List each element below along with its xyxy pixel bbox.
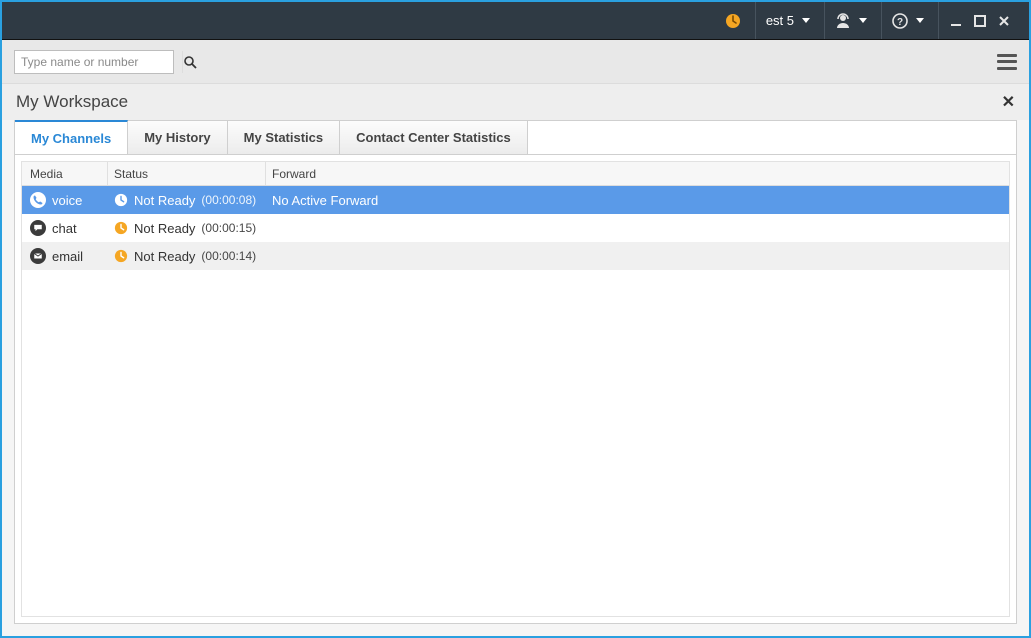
window-controls xyxy=(938,2,1021,39)
chevron-down-icon xyxy=(859,18,867,23)
workspace-header: My Workspace ✕ xyxy=(2,84,1029,120)
tab-my-history[interactable]: My History xyxy=(128,121,227,154)
media-label: chat xyxy=(52,221,77,236)
main-menu-button[interactable] xyxy=(997,54,1017,70)
header-label: Status xyxy=(114,167,148,181)
titlebar: est 5 ? xyxy=(2,2,1029,40)
table-row[interactable]: voice Not Ready (00:00:08) No Active For… xyxy=(22,186,1009,214)
agent-icon xyxy=(835,13,851,29)
header-label: Forward xyxy=(272,167,316,181)
channels-panel: Media Status Forward voice xyxy=(14,154,1017,624)
titlebar-status[interactable] xyxy=(715,2,751,39)
chat-icon xyxy=(30,220,46,236)
media-label: email xyxy=(52,249,83,264)
header-label: Media xyxy=(30,167,63,181)
header-forward[interactable]: Forward xyxy=(266,162,1009,185)
clock-status-icon xyxy=(725,13,741,29)
tab-label: My History xyxy=(144,130,210,145)
titlebar-help-menu[interactable]: ? xyxy=(881,2,934,39)
tab-my-channels[interactable]: My Channels xyxy=(15,120,128,154)
table-row[interactable]: chat Not Ready (00:00:15) xyxy=(22,214,1009,242)
status-label: Not Ready xyxy=(134,249,195,264)
clock-icon xyxy=(114,193,128,207)
grid-header: Media Status Forward xyxy=(22,162,1009,186)
chevron-down-icon xyxy=(802,18,810,23)
email-icon xyxy=(30,248,46,264)
chevron-down-icon xyxy=(916,18,924,23)
tab-label: My Channels xyxy=(31,131,111,146)
maximize-button[interactable] xyxy=(973,14,987,28)
status-time: (00:00:15) xyxy=(201,221,256,235)
minimize-button[interactable] xyxy=(949,14,963,28)
clock-icon xyxy=(114,221,128,235)
header-media[interactable]: Media xyxy=(22,162,108,185)
status-label: Not Ready xyxy=(134,193,195,208)
search-button[interactable] xyxy=(182,51,197,73)
tabs-container: My Channels My History My Statistics Con… xyxy=(2,120,1029,154)
channels-grid: Media Status Forward voice xyxy=(21,161,1010,617)
menu-icon-bar xyxy=(997,60,1017,63)
grid-body: voice Not Ready (00:00:08) No Active For… xyxy=(22,186,1009,270)
workspace-title: My Workspace xyxy=(16,92,128,112)
menu-icon-bar xyxy=(997,54,1017,57)
help-icon: ? xyxy=(892,13,908,29)
toolbar xyxy=(2,40,1029,84)
titlebar-user-menu[interactable]: est 5 xyxy=(755,2,820,39)
app-window: est 5 ? xyxy=(0,0,1031,638)
menu-icon-bar xyxy=(997,67,1017,70)
status-time: (00:00:08) xyxy=(201,193,256,207)
tab-my-statistics[interactable]: My Statistics xyxy=(228,121,340,154)
table-row[interactable]: email Not Ready (00:00:14) xyxy=(22,242,1009,270)
forward-label: No Active Forward xyxy=(272,193,378,208)
status-label: Not Ready xyxy=(134,221,195,236)
search-input[interactable] xyxy=(15,53,182,71)
titlebar-user-label: est 5 xyxy=(766,13,794,28)
tab-label: Contact Center Statistics xyxy=(356,130,511,145)
close-button[interactable] xyxy=(997,14,1011,28)
titlebar-agent-menu[interactable] xyxy=(824,2,877,39)
svg-text:?: ? xyxy=(897,17,903,28)
header-status[interactable]: Status xyxy=(108,162,266,185)
tab-contact-center-statistics[interactable]: Contact Center Statistics xyxy=(340,121,528,154)
workspace-close-button[interactable]: ✕ xyxy=(1002,92,1015,112)
status-time: (00:00:14) xyxy=(201,249,256,263)
search-icon xyxy=(183,55,197,69)
clock-icon xyxy=(114,249,128,263)
media-label: voice xyxy=(52,193,82,208)
phone-icon xyxy=(30,192,46,208)
search-box xyxy=(14,50,174,74)
tab-label: My Statistics xyxy=(244,130,323,145)
tabs: My Channels My History My Statistics Con… xyxy=(14,120,1017,154)
